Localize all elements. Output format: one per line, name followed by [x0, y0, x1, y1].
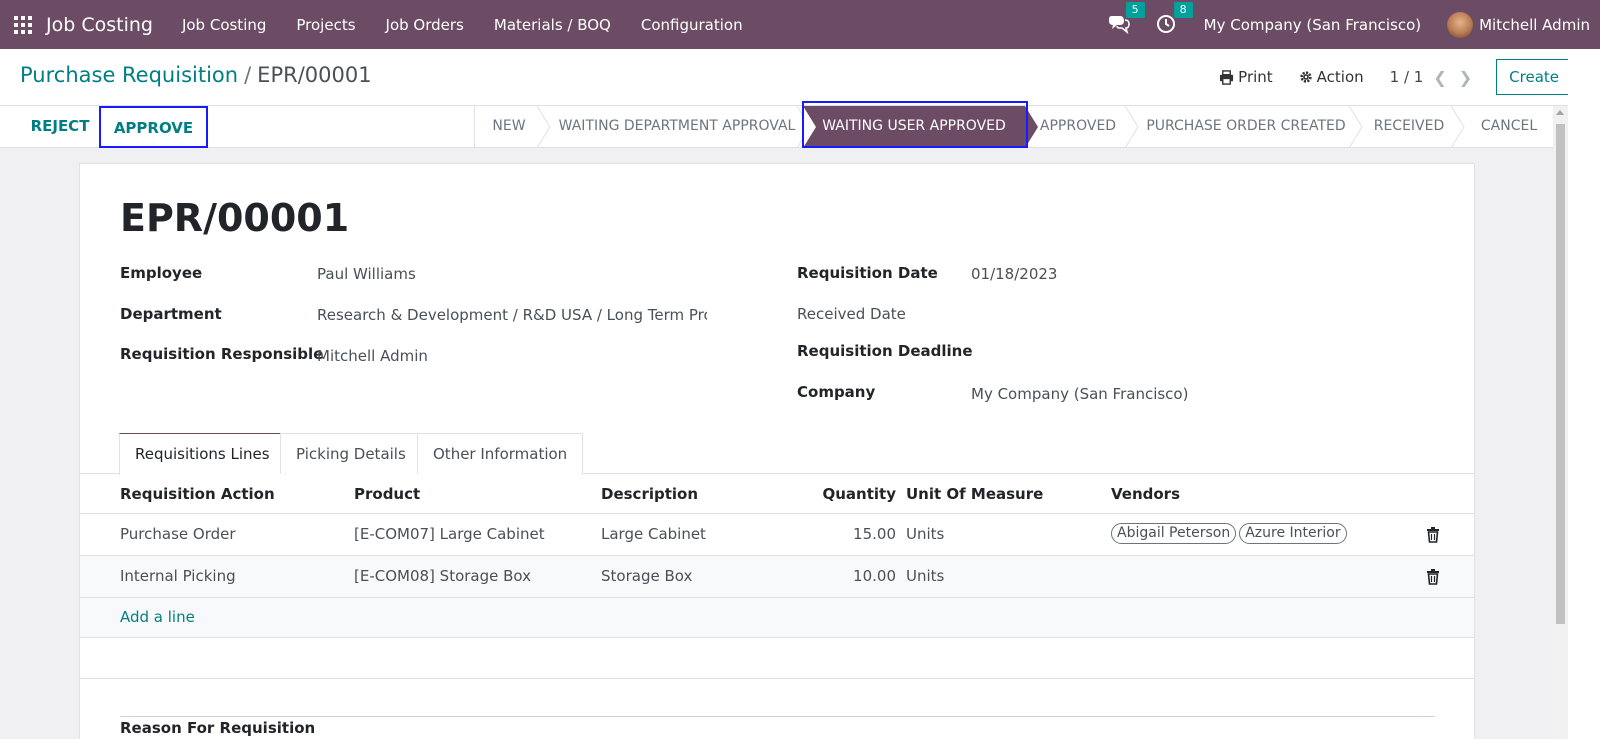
department-field[interactable]: Research & Development / R&D USA / Long … — [317, 306, 707, 324]
company-switcher[interactable]: My Company (San Francisco) — [1204, 16, 1421, 34]
cell-uom: Units — [906, 525, 945, 543]
vendor-tag[interactable]: Azure Interior — [1239, 523, 1347, 544]
clock-icon[interactable]: 8 — [1156, 1, 1193, 36]
scroll-up-arrow-icon[interactable] — [1556, 110, 1564, 115]
add-line-row: Add a line — [80, 598, 1474, 638]
approve-button[interactable]: APPROVE — [99, 106, 208, 148]
department-label: Department — [120, 305, 222, 323]
deadline-label: Requisition Deadline — [797, 342, 973, 360]
requisition-date-label: Requisition Date — [797, 264, 938, 282]
print-button[interactable]: Print — [1219, 68, 1273, 86]
menu-job-orders[interactable]: Job Orders — [371, 16, 479, 34]
table-header: Requisition Action Product Description Q… — [80, 474, 1474, 514]
breadcrumb-parent[interactable]: Purchase Requisition — [20, 63, 238, 87]
pager-value[interactable]: 1 / 1 — [1390, 68, 1424, 86]
cell-description: Large Cabinet — [601, 525, 706, 543]
received-date-label: Received Date — [797, 305, 906, 323]
statusbar: REJECT APPROVE NEW WAITING DEPARTMENT AP… — [0, 106, 1553, 148]
table-row[interactable]: Internal Picking [E-COM08] Storage Box S… — [80, 556, 1474, 598]
requisition-lines-table: Requisition Action Product Description Q… — [80, 474, 1474, 679]
pager-prev-icon[interactable]: ❮ — [1433, 68, 1446, 87]
employee-label: Employee — [120, 264, 203, 282]
col-description[interactable]: Description — [601, 485, 698, 503]
apps-grid-icon[interactable] — [14, 15, 32, 34]
app-title[interactable]: Job Costing — [46, 14, 153, 36]
vendor-tag[interactable]: Abigail Peterson — [1111, 523, 1237, 544]
cell-quantity: 10.00 — [853, 567, 896, 585]
scrollbar[interactable] — [1553, 106, 1568, 739]
company-field[interactable]: My Company (San Francisco) — [971, 385, 1188, 403]
stage-cancel[interactable]: CANCEL — [1465, 106, 1553, 148]
cell-action: Internal Picking — [120, 567, 236, 585]
reject-button[interactable]: REJECT — [18, 106, 102, 148]
tab-other-information[interactable]: Other Information — [417, 433, 584, 474]
avatar[interactable] — [1447, 11, 1474, 38]
chat-icon[interactable]: 5 — [1108, 1, 1145, 36]
breadcrumb-separator: / — [244, 63, 252, 87]
control-panel: Purchase Requisition / EPR/00001 Print Act… — [0, 49, 1600, 106]
action-label: Action — [1316, 68, 1364, 86]
menu-job-costing[interactable]: Job Costing — [167, 16, 281, 34]
empty-row — [80, 638, 1474, 679]
print-label: Print — [1238, 68, 1273, 86]
scrollbar-thumb[interactable] — [1556, 124, 1565, 624]
active-stage-highlight — [802, 101, 1028, 148]
cell-description: Storage Box — [601, 567, 693, 585]
cell-uom: Units — [906, 567, 945, 585]
divider — [120, 716, 1435, 717]
record-title: EPR/00001 — [120, 196, 350, 240]
table-row[interactable]: Purchase Order [E-COM07] Large Cabinet L… — [80, 514, 1474, 556]
action-button[interactable]: Action — [1299, 68, 1364, 86]
right-gutter — [1568, 49, 1600, 739]
col-unit-of-measure[interactable]: Unit Of Measure — [906, 485, 1043, 503]
cell-product: [E-COM08] Storage Box — [354, 567, 532, 585]
menu-configuration[interactable]: Configuration — [626, 16, 758, 34]
trash-icon[interactable] — [1426, 569, 1440, 585]
cell-action: Purchase Order — [120, 525, 236, 543]
col-quantity[interactable]: Quantity — [796, 485, 897, 503]
breadcrumb-current: EPR/00001 — [257, 63, 372, 87]
pager-next-icon[interactable]: ❯ — [1459, 68, 1472, 87]
responsible-field[interactable]: Mitchell Admin — [317, 347, 428, 365]
notebook-tabs: Requisitions Lines Picking Details Other… — [80, 433, 1474, 475]
activities-badge: 8 — [1173, 1, 1193, 18]
tab-requisitions-lines[interactable]: Requisitions Lines — [119, 433, 286, 475]
stage-waiting-department-approval[interactable]: WAITING DEPARTMENT APPROVAL — [551, 106, 803, 148]
cell-product: [E-COM07] Large Cabinet — [354, 525, 545, 543]
stage-received[interactable]: RECEIVED — [1361, 106, 1457, 148]
form-sheet: EPR/00001 Employee Paul Williams Departm… — [79, 163, 1475, 739]
menu-materials-boq[interactable]: Materials / BOQ — [479, 16, 626, 34]
add-line-link[interactable]: Add a line — [120, 608, 195, 626]
stage-new[interactable]: NEW — [475, 106, 543, 148]
create-button[interactable]: Create — [1496, 59, 1572, 95]
messages-badge: 5 — [1125, 1, 1145, 18]
responsible-label: Requisition Responsible — [120, 345, 324, 363]
printer-icon — [1220, 69, 1234, 85]
trash-icon[interactable] — [1426, 527, 1440, 543]
col-product[interactable]: Product — [354, 485, 420, 503]
gear-icon — [1299, 71, 1312, 83]
reason-label: Reason For Requisition — [120, 719, 316, 737]
tab-picking-details[interactable]: Picking Details — [280, 433, 422, 474]
breadcrumb: Purchase Requisition / EPR/00001 — [20, 63, 372, 87]
cell-quantity: 15.00 — [853, 525, 896, 543]
col-vendors[interactable]: Vendors — [1111, 485, 1180, 503]
employee-field[interactable]: Paul Williams — [317, 265, 416, 283]
company-label: Company — [797, 383, 876, 401]
user-menu[interactable]: Mitchell Admin — [1479, 16, 1590, 34]
cell-vendors: Abigail Peterson Azure Interior — [1111, 523, 1350, 544]
menu-projects[interactable]: Projects — [281, 16, 370, 34]
stage-purchase-order-created[interactable]: PURCHASE ORDER CREATED — [1137, 106, 1355, 148]
top-navbar: Job Costing Job Costing Projects Job Ord… — [0, 0, 1600, 49]
requisition-date-field[interactable]: 01/18/2023 — [971, 265, 1057, 283]
col-requisition-action[interactable]: Requisition Action — [120, 485, 275, 503]
stage-approved[interactable]: APPROVED — [1031, 106, 1125, 148]
